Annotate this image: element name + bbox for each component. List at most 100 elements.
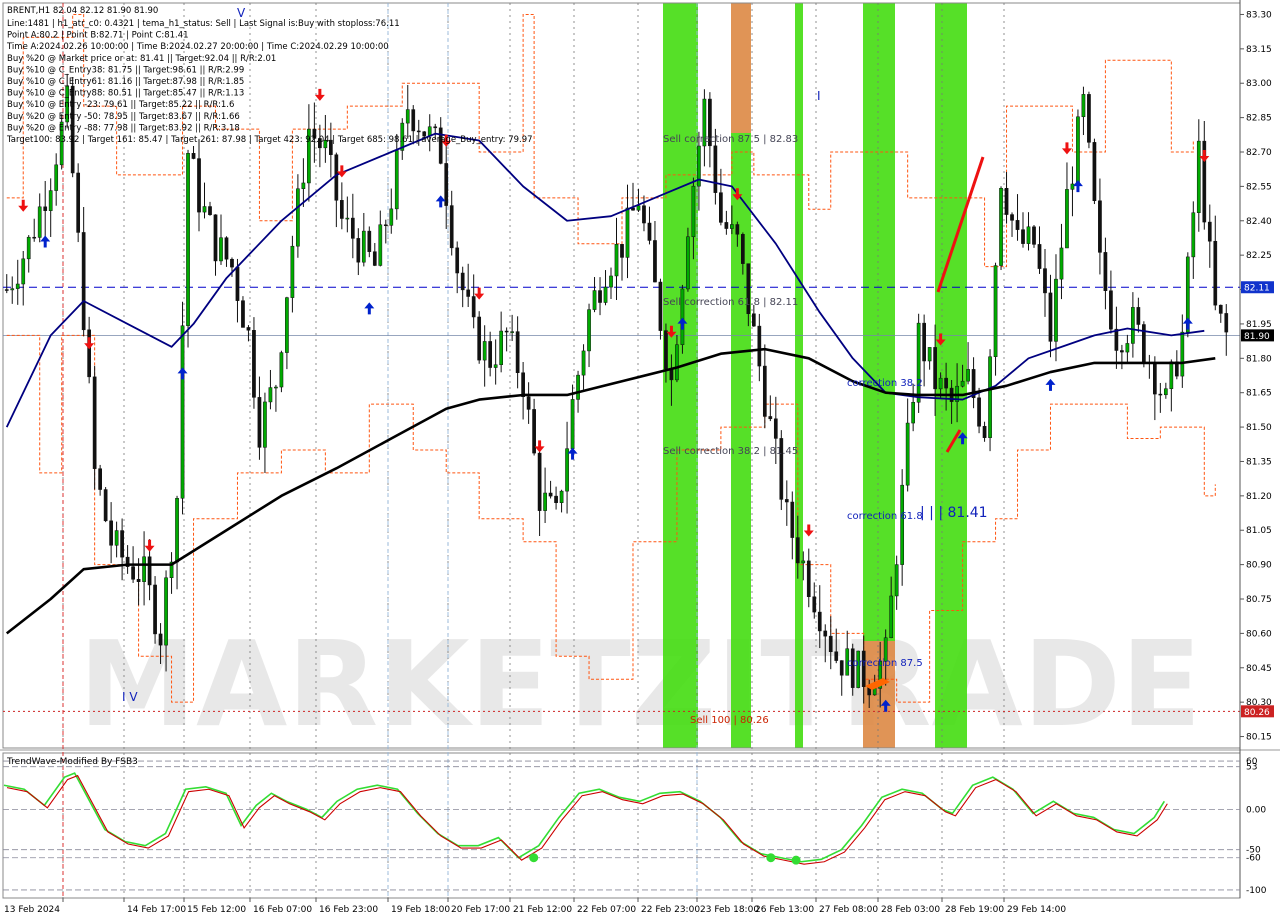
- watermark-text: MARKETZITRADE: [79, 615, 1202, 753]
- candle-body: [1218, 304, 1223, 314]
- osc-marker-0: [529, 853, 539, 863]
- candle-body: [834, 651, 839, 661]
- price-tick-label: 80.90: [1246, 561, 1272, 571]
- candle-body: [279, 352, 284, 388]
- watermark: MARKETZITRADE: [79, 615, 1202, 753]
- candle-body: [92, 376, 97, 469]
- candle-body: [1081, 94, 1086, 118]
- candle-body: [356, 238, 361, 263]
- info-line-5: Buy %10 @ C_Entry61: 81.16 || Target:87.…: [7, 77, 244, 87]
- candle-body: [642, 205, 646, 224]
- price-tick-label: 80.15: [1246, 733, 1272, 743]
- candle-body: [768, 416, 773, 420]
- candle-body: [345, 217, 350, 220]
- candle-body: [1114, 328, 1119, 351]
- candle-body: [131, 566, 135, 580]
- price-tag-current: 81.90: [1244, 332, 1270, 342]
- time-tick-label: 22 Feb 23:00: [641, 905, 700, 915]
- chart-canvas[interactable]: MARKETZITRADE Sell correction 87.5 | 82.…: [0, 0, 1280, 920]
- candle-body: [576, 374, 580, 400]
- time-tick-label: 16 Feb 07:00: [253, 905, 312, 915]
- info-line-9: Buy %20 @ Entry -88: 77.98 || Target:83.…: [7, 123, 240, 133]
- candle-body: [1136, 307, 1141, 325]
- candle-body: [812, 596, 817, 613]
- symbol-label: BRENT,H1 82.04 82.12 81.90 81.90: [7, 6, 158, 16]
- candle-body: [581, 350, 586, 376]
- candle-body: [21, 258, 26, 285]
- price-tick-label: 81.65: [1246, 389, 1272, 399]
- candle-body: [598, 290, 602, 303]
- candle-body: [455, 247, 460, 274]
- candle-body: [944, 377, 948, 389]
- time-tick-label: 13 Feb 2024: [4, 905, 60, 915]
- candle-body: [48, 190, 53, 211]
- price-tick-label: 81.35: [1246, 457, 1272, 467]
- candle-body: [609, 275, 613, 288]
- candle-body: [933, 347, 937, 390]
- candle-body: [856, 650, 861, 688]
- candle-body: [620, 244, 624, 258]
- candle-body: [191, 153, 196, 159]
- candle-body: [790, 501, 795, 538]
- info-line-8: Buy %20 @ Entry -50: 78.95 || Target:83.…: [7, 112, 240, 122]
- price-tick-label: 81.20: [1246, 492, 1272, 502]
- price-tick-label: 81.05: [1246, 526, 1272, 536]
- info-line-0: Line:1481 | h1_atr_c0: 0.4321 | tema_h1_…: [7, 19, 400, 29]
- candle-body: [147, 556, 152, 586]
- candle-body: [1213, 240, 1218, 306]
- candle-body: [1087, 94, 1091, 143]
- info-line-7: Buy %10 @ Entry -23: 79.61 || Target:85.…: [7, 100, 234, 110]
- candle-body: [493, 364, 498, 368]
- price-tick-label: 80.45: [1246, 664, 1272, 674]
- candle-body: [801, 560, 806, 564]
- candle-body: [905, 422, 910, 486]
- candle-body: [741, 234, 745, 264]
- candle-body: [828, 635, 833, 653]
- candle-body: [339, 200, 344, 219]
- zone-0: [663, 3, 698, 748]
- candle-body: [1191, 212, 1196, 258]
- candle-body: [164, 577, 168, 646]
- candle-body: [839, 660, 844, 676]
- candle-body: [499, 330, 503, 365]
- candle-body: [521, 372, 525, 398]
- candle-body: [515, 331, 520, 373]
- price-tick-label: 81.80: [1246, 354, 1272, 364]
- correction-618-value: | | | 81.41: [920, 505, 988, 521]
- candle-body: [466, 289, 471, 297]
- candle-body: [81, 232, 86, 331]
- candle-body: [186, 153, 190, 326]
- candle-body: [444, 163, 449, 206]
- candle-body: [1026, 226, 1031, 244]
- candle-body: [15, 283, 20, 289]
- candle-body: [103, 489, 108, 522]
- candle-body: [230, 258, 234, 268]
- correction-382-label: correction 38.2: [847, 378, 923, 389]
- extra-label-i-top: I: [817, 89, 821, 103]
- candle-body: [592, 290, 597, 310]
- candle-body: [658, 281, 663, 331]
- candle-body: [570, 399, 575, 449]
- chart-window: MARKETZITRADE Sell correction 87.5 | 82.…: [0, 0, 1280, 920]
- candle-body: [806, 560, 811, 598]
- candle-body: [438, 127, 443, 164]
- candle-body: [636, 205, 641, 211]
- candle-body: [1092, 142, 1097, 202]
- candle-body: [114, 530, 119, 546]
- time-tick-label: 16 Feb 23:00: [319, 905, 378, 915]
- osc-marker-1: [766, 853, 776, 863]
- price-tick-label: 82.55: [1246, 182, 1272, 192]
- candle-body: [817, 611, 822, 632]
- candle-body: [1059, 247, 1064, 280]
- info-line-4: Buy %10 @ C_Entry38: 81.75 || Target:98.…: [7, 65, 244, 75]
- candle-body: [241, 300, 245, 328]
- candle-body: [4, 289, 9, 291]
- candle-body: [252, 330, 256, 398]
- candle-body: [1065, 189, 1069, 249]
- time-tick-label: 26 Feb 13:00: [755, 905, 814, 915]
- time-tick-label: 14 Feb 17:00: [127, 905, 186, 915]
- time-tick-label: 19 Feb 18:00: [391, 905, 450, 915]
- candle-body: [246, 327, 251, 331]
- candle-body: [389, 208, 394, 226]
- candle-body: [54, 164, 59, 191]
